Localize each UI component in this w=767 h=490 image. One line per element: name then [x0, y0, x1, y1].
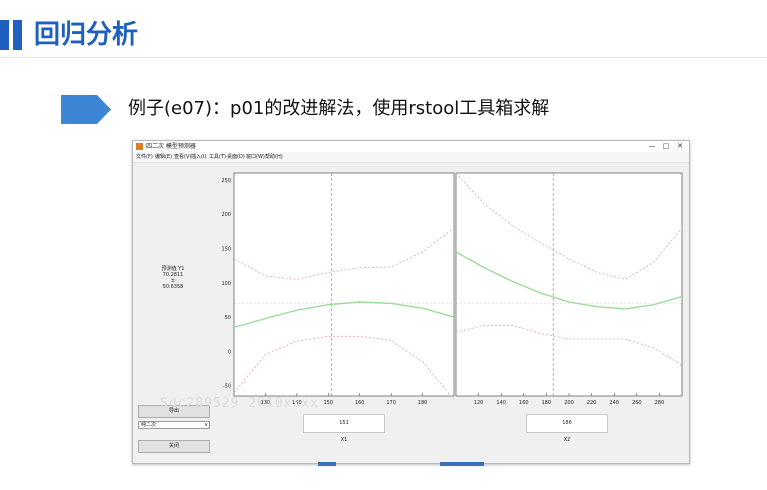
- x-tick-label: 240: [609, 400, 619, 406]
- confidence-halfwidth: 50.6358: [162, 284, 184, 290]
- taskbar-fragment: [318, 462, 336, 466]
- taskbar-fragment: [440, 462, 484, 466]
- x-tick-label: 160: [519, 400, 529, 406]
- slide-heading: 回归分析: [34, 20, 139, 50]
- heading-divider: [0, 57, 767, 58]
- rstool-window: 四二次 模型预测器 — □ ✕ 文件(F) 编辑(E) 查看(V) 插入(I) …: [132, 140, 690, 464]
- x-tick-label: 280: [655, 400, 665, 406]
- x-tick-label: 200: [564, 400, 574, 406]
- x-tick-label: 260: [632, 400, 642, 406]
- arrow-icon: [61, 95, 111, 124]
- close-button[interactable]: 关闭: [138, 440, 210, 453]
- y-tick-label: 0: [228, 349, 231, 355]
- x-tick-label: 120: [474, 400, 484, 406]
- model-select-value: 纯二次: [141, 422, 157, 428]
- chevron-down-icon: ∨: [204, 422, 208, 428]
- heading-accent-bar: [0, 20, 9, 50]
- example-caption: 例子(e07)：p01的改进解法，使用rstool工具箱求解: [128, 98, 550, 119]
- y-tick-label: 100: [221, 281, 231, 287]
- y-tick-label: -50: [223, 384, 231, 390]
- heading-accent-bar: [13, 20, 22, 50]
- y-tick-label: 50: [225, 315, 231, 321]
- y-tick-label: 250: [221, 178, 231, 184]
- x-tick-label: 180: [418, 400, 428, 406]
- x2-value-input[interactable]: 186: [526, 414, 608, 433]
- x2-axis-name: X2: [563, 437, 571, 443]
- y-tick-label: 200: [221, 212, 231, 218]
- x-tick-label: 170: [386, 400, 396, 406]
- x1-axis-name: X1: [340, 437, 348, 443]
- x-tick-label: 160: [355, 400, 365, 406]
- y-tick-label: 150: [221, 246, 231, 252]
- x-tick-label: 140: [496, 400, 506, 406]
- axes-frame: [455, 172, 683, 397]
- watermark-text: Sdc289529 2010xxxx: [160, 396, 319, 411]
- x1-value-input[interactable]: 151: [303, 414, 385, 433]
- x-tick-label: 180: [542, 400, 552, 406]
- x-tick-label: 220: [587, 400, 597, 406]
- model-select[interactable]: 纯二次 ∨: [138, 421, 210, 429]
- axes-frame: [233, 172, 455, 397]
- x-tick-label: 150: [324, 400, 334, 406]
